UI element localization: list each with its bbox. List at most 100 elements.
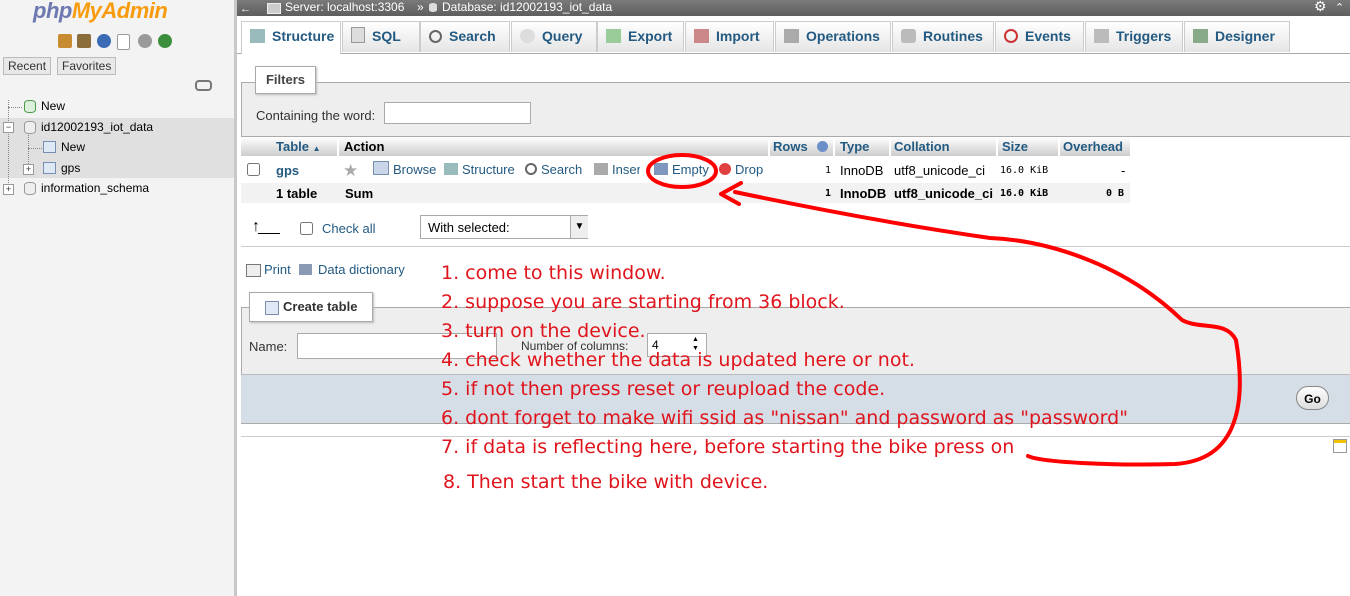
search-icon: [525, 163, 537, 175]
console-icon[interactable]: [1333, 439, 1347, 453]
tab-designer[interactable]: Designer: [1184, 21, 1290, 52]
help-icon[interactable]: [817, 141, 829, 152]
annotation-step-8: 8. Then start the bike with device.: [443, 471, 769, 493]
table-name-link[interactable]: gps: [276, 161, 299, 180]
tab-export[interactable]: Export: [597, 21, 684, 52]
triggers-icon: [1094, 29, 1109, 43]
data-dictionary-icon: [299, 264, 312, 275]
database-icon: [24, 182, 36, 195]
reload-icon[interactable]: [158, 34, 172, 48]
sum-size: 16.0 KiB: [1000, 188, 1049, 199]
check-all-label[interactable]: Check all: [322, 221, 375, 236]
navigation-resizer[interactable]: [234, 0, 237, 596]
tree-new-table[interactable]: New: [61, 140, 85, 154]
tab-operations[interactable]: Operations: [775, 21, 891, 52]
expand-table-icon[interactable]: +: [23, 164, 34, 175]
print-link[interactable]: Print: [264, 262, 291, 277]
structure-icon: [250, 29, 265, 43]
filter-word-input[interactable]: [384, 102, 531, 124]
tab-events[interactable]: Events: [995, 21, 1084, 52]
tree-db-information-schema[interactable]: information_schema: [41, 181, 149, 195]
filter-label: Containing the word:: [256, 108, 376, 123]
empty-action[interactable]: Empty: [654, 160, 709, 179]
settings-gear-icon[interactable]: ⚙: [1314, 0, 1327, 14]
create-table-legend: Create table: [249, 292, 373, 322]
sum-row: [241, 183, 1130, 203]
database-icon: [429, 3, 437, 12]
empty-table-icon: [654, 163, 668, 175]
browse-action[interactable]: Browse: [373, 160, 436, 179]
tab-routines[interactable]: Routines: [892, 21, 994, 52]
tab-import[interactable]: Import: [685, 21, 774, 52]
home-icon[interactable]: [58, 34, 72, 48]
help-icon[interactable]: [97, 34, 111, 48]
logout-icon[interactable]: [77, 34, 91, 48]
with-selected-select[interactable]: With selected: ▼: [420, 215, 588, 239]
row-checkbox[interactable]: [247, 163, 260, 176]
collapse-db-icon[interactable]: −: [3, 122, 14, 133]
filters-legend: Filters: [255, 66, 316, 94]
arrow-left-icon[interactable]: ←: [240, 2, 251, 17]
annotation-step-7: 7. if data is reflecting here, before st…: [441, 436, 1015, 458]
tree-line: [8, 107, 22, 108]
table-name-label: Name:: [249, 339, 288, 354]
phpmyadmin-logo[interactable]: phpMyAdmin: [33, 0, 168, 24]
browse-icon: [373, 161, 389, 175]
tree-new-database[interactable]: New: [41, 99, 65, 113]
col-header-collation[interactable]: Collation: [891, 137, 996, 156]
col-header-rows[interactable]: Rows: [770, 137, 833, 156]
col-header-table[interactable]: Table ▲: [241, 137, 337, 156]
with-selected-value: With selected:: [428, 220, 510, 235]
insert-action[interactable]: Insert: [594, 160, 640, 179]
favorites-button[interactable]: Favorites: [57, 57, 117, 75]
new-table-icon: [43, 141, 56, 153]
database-icon: [24, 121, 36, 134]
tree-table-gps[interactable]: gps: [61, 161, 80, 175]
annotation-step-4: 4. check whether the data is updated her…: [441, 349, 915, 371]
search-icon: [429, 30, 442, 43]
breadcrumb-database[interactable]: Database: id12002193_iot_data: [442, 0, 612, 15]
create-table-icon: [265, 301, 279, 315]
go-button[interactable]: Go: [1296, 386, 1329, 410]
sql-icon: [351, 27, 365, 43]
search-action[interactable]: Search: [525, 160, 582, 179]
col-header-overhead[interactable]: Overhead: [1060, 137, 1130, 156]
tree-db-iot-data[interactable]: id12002193_iot_data: [41, 120, 153, 134]
table-icon: [43, 162, 56, 174]
arrow-line: [258, 233, 280, 234]
breadcrumb-server[interactable]: Server: localhost:3306: [285, 0, 404, 15]
collapse-topbar-icon[interactable]: ⌃: [1335, 1, 1344, 16]
documentation-icon[interactable]: [117, 34, 130, 50]
row-engine: InnoDB: [840, 163, 884, 178]
row-size[interactable]: 16.0 KiB: [1000, 161, 1048, 180]
annotation-step-3: 3. turn on the device.: [441, 320, 646, 342]
clock-icon: [1004, 29, 1018, 43]
export-icon: [606, 29, 621, 43]
sum-engine: InnoDB: [840, 186, 887, 201]
favorite-star-icon[interactable]: ★: [343, 162, 358, 179]
routines-icon: [901, 29, 916, 43]
check-all-checkbox[interactable]: [300, 222, 313, 235]
sum-overhead: 0 B: [1106, 188, 1125, 199]
breadcrumb-separator: »: [417, 0, 424, 14]
data-dictionary-link[interactable]: Data dictionary: [318, 262, 405, 277]
new-database-icon: [24, 100, 36, 113]
col-header-type[interactable]: Type: [835, 137, 889, 156]
annotation-step-2: 2. suppose you are starting from 36 bloc…: [441, 291, 845, 313]
server-icon: [267, 3, 281, 14]
structure-action[interactable]: Structure: [444, 160, 515, 179]
tab-triggers[interactable]: Triggers: [1085, 21, 1183, 52]
annotation-step-6: 6. dont forget to make wifi ssid as "nis…: [441, 407, 1128, 429]
tab-query[interactable]: Query: [511, 21, 597, 52]
expand-db-icon[interactable]: +: [3, 184, 14, 195]
link-collapse-icon[interactable]: [195, 80, 212, 91]
recent-button[interactable]: Recent: [3, 57, 52, 75]
drop-action[interactable]: Drop: [719, 160, 763, 179]
tab-structure[interactable]: Structure: [241, 21, 341, 54]
settings-gear-icon[interactable]: [138, 34, 152, 48]
chevron-down-icon[interactable]: ▼: [570, 216, 588, 238]
col-header-size[interactable]: Size: [998, 137, 1058, 156]
tab-sql[interactable]: SQL: [342, 21, 420, 52]
sum-collation: utf8_unicode_ci: [894, 186, 993, 201]
tab-search[interactable]: Search: [420, 21, 510, 52]
